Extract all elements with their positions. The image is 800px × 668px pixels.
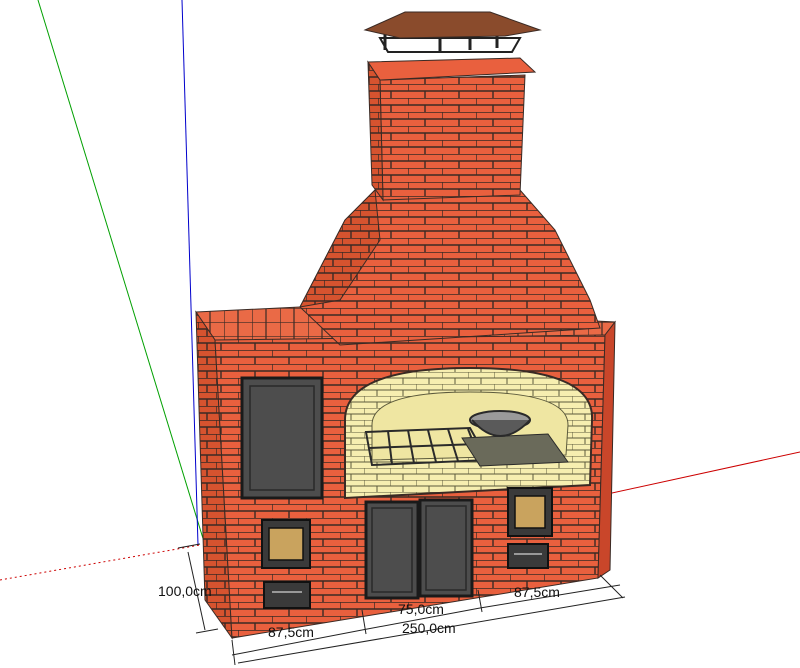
blue-axis: [181, 0, 199, 546]
center-doors: [364, 498, 474, 600]
dim-total-width: 250,0cm: [402, 620, 456, 636]
chimney-stack: [379, 74, 526, 201]
model-viewport[interactable]: 100,0cm 87,5cm 75,0cm 87,5cm 250,0cm: [0, 0, 800, 668]
right-firebox-door: [507, 487, 553, 569]
dim-right-width: 87,5cm: [514, 584, 560, 600]
green-axis: [37, 0, 206, 546]
red-axis-dotted: [0, 544, 201, 581]
dim-center-width: 75,0cm: [398, 601, 444, 617]
dim-left-width: 87,5cm: [268, 624, 314, 640]
red-axis: [579, 451, 800, 501]
wood-storage-door: [240, 376, 324, 500]
left-firebox-door: [261, 519, 311, 609]
chimney-cap: [363, 11, 542, 53]
dim-height: 100,0cm: [158, 583, 212, 599]
